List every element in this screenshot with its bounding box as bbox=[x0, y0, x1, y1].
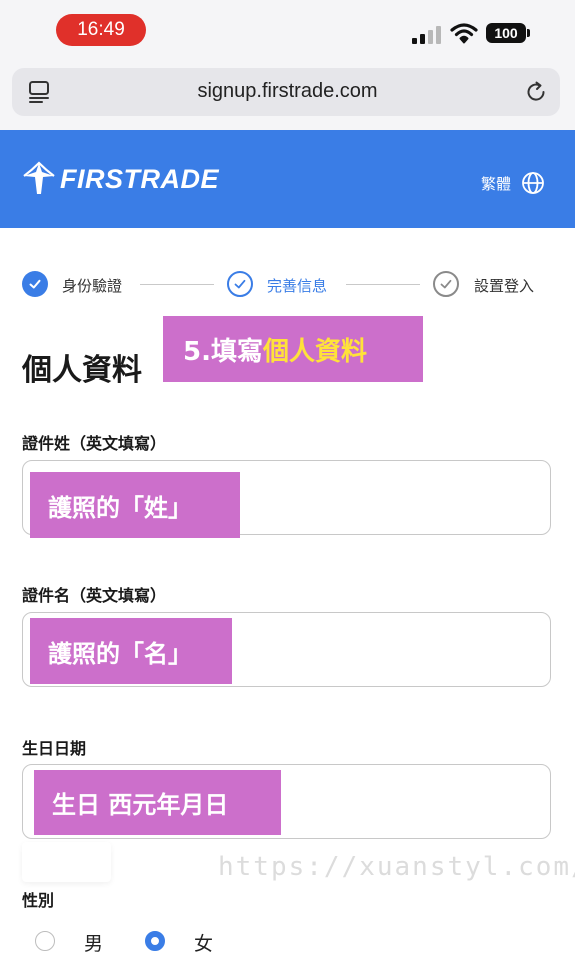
tabs-icon[interactable] bbox=[28, 80, 50, 104]
page-title: 個人資料 bbox=[22, 353, 142, 388]
gender-label: 性別 bbox=[22, 891, 55, 910]
annotation-first-name: 護照的「名」 bbox=[30, 618, 232, 684]
gender-male-radio[interactable] bbox=[35, 931, 55, 951]
wifi-icon bbox=[450, 23, 478, 44]
annotation-step-prefix: 5.填寫 bbox=[183, 336, 263, 367]
step-connector bbox=[140, 284, 214, 285]
gender-female-label[interactable]: 女 bbox=[194, 929, 213, 956]
first-name-label: 證件名（英文填寫） bbox=[22, 586, 167, 605]
signal-icon bbox=[412, 26, 442, 44]
last-name-label: 證件姓（英文填寫） bbox=[22, 434, 167, 453]
step-3-check-icon bbox=[433, 271, 459, 297]
url-text[interactable]: signup.firstrade.com bbox=[150, 80, 425, 103]
brand-logo-text[interactable]: FIRSTRADE bbox=[60, 164, 219, 195]
watermark: https://xuanstyl.com/ bbox=[218, 852, 575, 882]
step-connector bbox=[346, 284, 420, 285]
globe-icon[interactable] bbox=[521, 171, 545, 195]
firstrade-logo-icon[interactable] bbox=[22, 160, 56, 196]
reload-icon[interactable] bbox=[524, 80, 548, 104]
step-1-label: 身份驗證 bbox=[62, 277, 123, 295]
date-picker-popup bbox=[22, 842, 111, 882]
annotation-last-name: 護照的「姓」 bbox=[30, 472, 240, 538]
battery-tip bbox=[527, 29, 530, 37]
annotation-step-title: 5.填寫 個人資料 bbox=[163, 316, 423, 382]
gender-female-radio[interactable] bbox=[145, 931, 165, 951]
annotation-birthday: 生日 西元年月日 bbox=[34, 770, 281, 835]
step-2-label: 完善信息 bbox=[267, 277, 328, 295]
battery-icon: 100 bbox=[486, 23, 526, 43]
step-2-check-icon bbox=[227, 271, 253, 297]
birthday-label: 生日日期 bbox=[22, 739, 87, 758]
status-time: 16:49 bbox=[56, 14, 146, 46]
gender-male-label[interactable]: 男 bbox=[84, 929, 103, 956]
step-3-label: 設置登入 bbox=[474, 277, 535, 295]
language-label[interactable]: 繁體 bbox=[481, 173, 511, 194]
step-1-check-icon bbox=[22, 271, 48, 297]
annotation-step-highlight: 個人資料 bbox=[262, 336, 367, 367]
